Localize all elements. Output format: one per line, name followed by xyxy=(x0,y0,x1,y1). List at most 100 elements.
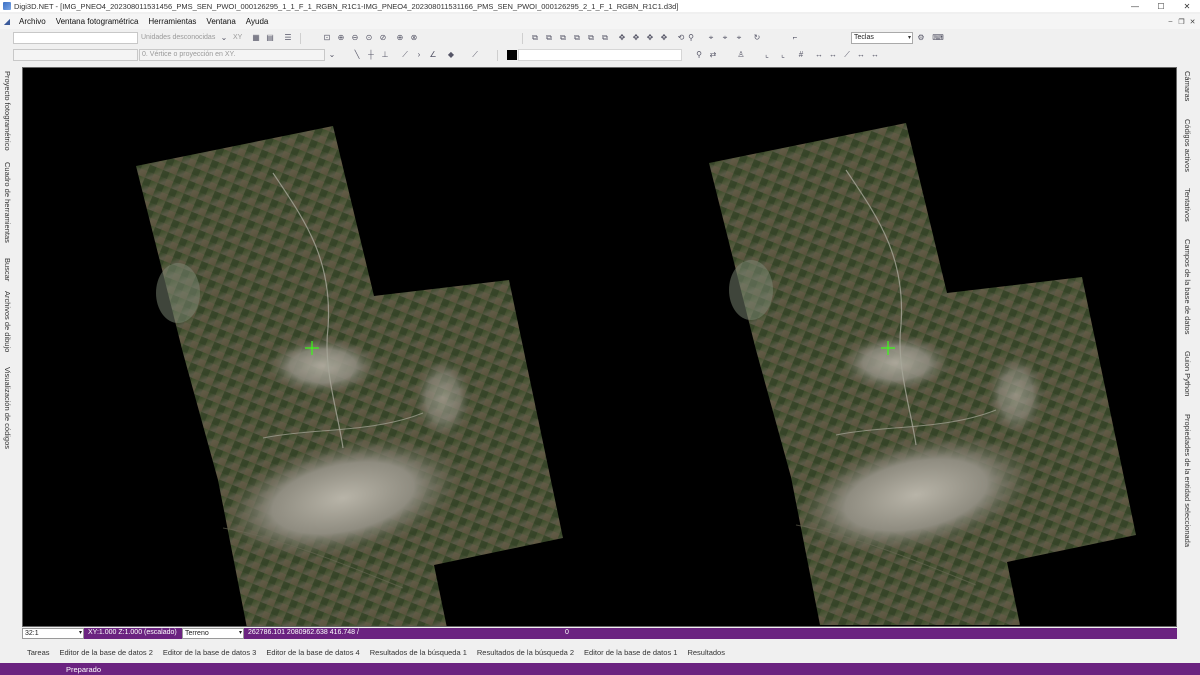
menu-ventana[interactable]: Ventana xyxy=(201,17,240,26)
chevron-down-icon: ▾ xyxy=(238,630,242,636)
link-icon[interactable]: ⇄ xyxy=(708,50,718,60)
zoom-out-icon[interactable]: ⊖ xyxy=(350,33,360,43)
move-3-icon[interactable]: ✥ xyxy=(645,33,655,43)
measure-4-icon[interactable]: ↔ xyxy=(856,50,866,60)
tab-guion-python[interactable]: Guion Python xyxy=(1183,351,1192,396)
tab-codigos-activos[interactable]: Códigos activos xyxy=(1183,119,1192,172)
zoom-in-icon[interactable]: ⊕ xyxy=(336,33,346,43)
move-4-icon[interactable]: ✥ xyxy=(659,33,669,43)
menu-ayuda[interactable]: Ayuda xyxy=(241,17,274,26)
separator xyxy=(497,50,498,61)
line-icon[interactable]: ╲ xyxy=(352,50,362,60)
move-2-icon[interactable]: ✥ xyxy=(631,33,641,43)
grid-alt-icon[interactable]: ▤ xyxy=(265,33,275,43)
settings-icon[interactable]: ⚙ xyxy=(916,33,926,43)
right-image[interactable] xyxy=(708,122,1137,626)
xy-label[interactable]: XY xyxy=(233,34,242,41)
angle-icon[interactable]: ∠ xyxy=(428,50,438,60)
mdi-minimize-button[interactable]: – xyxy=(1165,14,1176,29)
viewport-status-bar: 32:1 ▾ XY:1.000 Z:1.000 (escalado) Terren… xyxy=(22,628,1177,639)
measure-2-icon[interactable]: ↔ xyxy=(828,50,838,60)
stereo-image-pair[interactable] xyxy=(23,68,1177,627)
move-icon[interactable]: ✥ xyxy=(617,33,627,43)
coordinate-input[interactable] xyxy=(13,32,138,44)
measure-icon[interactable]: ↔ xyxy=(814,50,824,60)
terrain-value: Terreno xyxy=(185,630,209,637)
slope-icon[interactable]: ⟋ xyxy=(470,50,480,60)
tab-proyecto-fotogrametrico[interactable]: Proyecto fotogramétrico xyxy=(3,71,12,151)
left-image[interactable] xyxy=(135,125,564,627)
zoom-dropdown[interactable]: 32:1 ▾ xyxy=(22,628,84,639)
tab-editor-bd-3[interactable]: Editor de la base de datos 3 xyxy=(158,648,261,657)
tab-tareas[interactable]: Tareas xyxy=(22,648,55,657)
vertex-prompt-field[interactable]: 0. Vértice o proyección en XY. xyxy=(139,49,325,61)
zoom-window-icon[interactable]: ⊡ xyxy=(322,33,332,43)
layer-copy-icon[interactable]: ⧉ xyxy=(530,33,540,43)
tab-tentativos[interactable]: Tentativos xyxy=(1183,188,1192,222)
tab-resultados-busqueda-2[interactable]: Resultados de la búsqueda 2 xyxy=(472,648,579,657)
measure-3-icon[interactable]: ⟋ xyxy=(842,50,852,60)
keyboard-icon[interactable]: ⌨ xyxy=(932,33,944,43)
menu-archivo[interactable]: Archivo xyxy=(14,17,51,26)
brackets-icon[interactable]: ⌐ xyxy=(790,33,800,43)
tab-cuadro-herramientas[interactable]: Cuadro de herramientas xyxy=(3,162,12,243)
tab-propiedades-entidad[interactable]: Propiedades de la entidad seleccionada xyxy=(1183,414,1192,547)
diamond-icon[interactable]: ◆ xyxy=(446,50,456,60)
stereo-viewport[interactable] xyxy=(22,67,1177,627)
layer-copy-4-icon[interactable]: ⧉ xyxy=(572,33,582,43)
tab-camaras[interactable]: Cámaras xyxy=(1183,71,1192,101)
menu-herramientas[interactable]: Herramientas xyxy=(143,17,201,26)
arrow-right-icon[interactable]: › xyxy=(414,50,424,60)
terrain-dropdown[interactable]: Terreno ▾ xyxy=(182,628,244,639)
person-icon[interactable]: ♙ xyxy=(736,50,746,60)
mdi-restore-button[interactable]: ❐ xyxy=(1176,14,1187,29)
maximize-button[interactable]: ☐ xyxy=(1148,0,1174,12)
polyline-icon[interactable]: ⟋ xyxy=(400,50,410,60)
mdi-close-button[interactable]: ✕ xyxy=(1187,14,1198,29)
refresh-icon[interactable]: ↻ xyxy=(752,33,762,43)
rotate-icon[interactable]: ⟲ xyxy=(676,33,686,43)
list-icon[interactable]: ☰ xyxy=(283,33,293,43)
tab-buscar[interactable]: Buscar xyxy=(3,258,12,281)
numbers-icon[interactable]: # xyxy=(796,50,806,60)
zoom-all-icon[interactable]: ⊕ xyxy=(395,33,405,43)
corner-icon[interactable]: ⌞ xyxy=(762,50,772,60)
binoculars-icon[interactable]: ⚲ xyxy=(694,50,704,60)
minimize-button[interactable]: — xyxy=(1122,0,1148,12)
corner-2-icon[interactable]: ⌞ xyxy=(778,50,788,60)
close-button[interactable]: ✕ xyxy=(1174,0,1200,12)
snap-3-icon[interactable]: ⌖ xyxy=(734,33,744,43)
binoculars-icon[interactable]: ⚲ xyxy=(686,33,696,43)
layer-copy-2-icon[interactable]: ⧉ xyxy=(544,33,554,43)
layer-copy-6-icon[interactable]: ⧉ xyxy=(600,33,610,43)
tab-resultados-busqueda-1[interactable]: Resultados de la búsqueda 1 xyxy=(365,648,472,657)
tab-resultados[interactable]: Resultados xyxy=(682,648,730,657)
cross-icon[interactable]: ┼ xyxy=(366,50,376,60)
color-field[interactable] xyxy=(518,49,682,61)
grid-icon[interactable]: ▦ xyxy=(251,33,261,43)
menu-ventana-fotogrametrica[interactable]: Ventana fotogramétrica xyxy=(51,17,144,26)
snap-2-icon[interactable]: ⌖ xyxy=(720,33,730,43)
separator xyxy=(300,33,301,44)
zoom-previous-icon[interactable]: ⊘ xyxy=(378,33,388,43)
layer-copy-5-icon[interactable]: ⧉ xyxy=(586,33,596,43)
zoom-extents-icon[interactable]: ⊙ xyxy=(364,33,374,43)
document-icon[interactable]: ◢ xyxy=(2,17,12,27)
perpendicular-icon[interactable]: ⊥ xyxy=(380,50,390,60)
tab-editor-bd-1[interactable]: Editor de la base de datos 1 xyxy=(579,648,682,657)
tab-archivos-dibujo[interactable]: Archivos de dibujo xyxy=(3,291,12,352)
mdi-controls: – ❐ ✕ xyxy=(1165,14,1198,29)
tab-editor-bd-2[interactable]: Editor de la base de datos 2 xyxy=(55,648,158,657)
measure-5-icon[interactable]: ↔ xyxy=(870,50,880,60)
keys-dropdown[interactable]: Teclas ▾ xyxy=(851,32,913,44)
snap-icon[interactable]: ⌖ xyxy=(706,33,716,43)
color-swatch[interactable] xyxy=(507,50,517,60)
tab-campos-base-datos[interactable]: Campos de la base de datos xyxy=(1183,239,1192,334)
tab-editor-bd-4[interactable]: Editor de la base de datos 4 xyxy=(261,648,364,657)
units-dropdown-arrow-icon[interactable]: ⌄ xyxy=(219,33,229,43)
layer-copy-3-icon[interactable]: ⧉ xyxy=(558,33,568,43)
zoom-fit-icon[interactable]: ⊗ xyxy=(409,33,419,43)
command-input[interactable] xyxy=(13,49,138,61)
dropdown-arrow-icon[interactable]: ⌄ xyxy=(327,50,337,60)
tab-visualizacion-codigos[interactable]: Visualización de códigos xyxy=(3,367,12,449)
